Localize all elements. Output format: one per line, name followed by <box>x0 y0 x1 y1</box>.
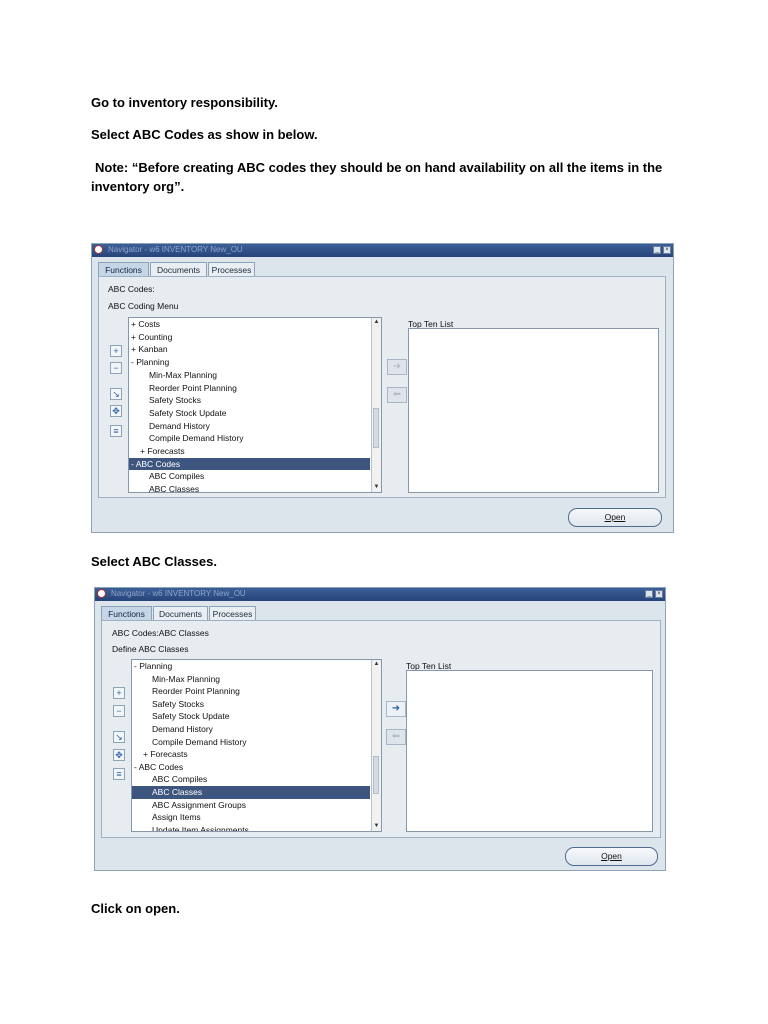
function-path: ABC Codes: <box>108 284 155 294</box>
tree-scrollbar[interactable]: ▲ ▼ <box>371 660 381 831</box>
navigator-window-1: Navigator - w6 INVENTORY New_OU _ × Func… <box>91 243 674 533</box>
tree-item[interactable]: Min-Max Planning <box>132 673 370 686</box>
tree-item[interactable]: + Forecasts <box>132 748 370 761</box>
expand-all-icon[interactable]: ✥ <box>110 405 122 417</box>
open-button[interactable]: Open <box>568 508 662 527</box>
tree-item[interactable]: + Counting <box>129 331 370 344</box>
window-title: Navigator - w6 INVENTORY New_OU <box>108 245 243 254</box>
plus-icon[interactable]: + <box>110 345 122 357</box>
instruction-step4: Click on open. <box>91 901 180 916</box>
collapse-icon[interactable]: ≡ <box>110 425 122 437</box>
navigator-window-2: Navigator - w6 INVENTORY New_OU _ × Func… <box>94 587 666 871</box>
tree-item[interactable]: Safety Stock Update <box>132 710 370 723</box>
minus-icon[interactable]: − <box>110 362 122 374</box>
scroll-thumb[interactable] <box>373 408 379 448</box>
arrow-right-icon[interactable]: ➜ <box>386 701 406 717</box>
instruction-step1: Go to inventory responsibility. <box>91 95 278 110</box>
menu-name: Define ABC Classes <box>112 644 189 654</box>
menu-name: ABC Coding Menu <box>108 301 179 311</box>
tab-processes[interactable]: Processes <box>208 262 255 276</box>
tab-documents[interactable]: Documents <box>150 262 207 276</box>
tree-item[interactable]: ABC Classes <box>132 786 370 799</box>
tab-functions[interactable]: Functions <box>101 606 152 620</box>
tab-documents[interactable]: Documents <box>153 606 208 620</box>
scroll-thumb[interactable] <box>373 756 379 794</box>
collapse-icon[interactable]: ≡ <box>113 768 125 780</box>
instruction-note: Note: “Before creating ABC codes they sh… <box>91 160 663 194</box>
window-titlebar: Navigator - w6 INVENTORY New_OU _ × <box>92 244 673 257</box>
tree-item[interactable]: + Forecasts <box>129 445 370 458</box>
tree-item[interactable]: - Planning <box>129 356 370 369</box>
tab-processes[interactable]: Processes <box>209 606 256 620</box>
open-button[interactable]: Open <box>565 847 658 866</box>
instruction-step3: Select ABC Classes. <box>91 554 217 569</box>
scroll-up-icon[interactable]: ▲ <box>373 319 380 326</box>
tree-item[interactable]: Compile Demand History <box>132 736 370 749</box>
tab-functions[interactable]: Functions <box>98 262 149 276</box>
arrow-left-icon[interactable]: ⬅ <box>386 729 406 745</box>
close-icon[interactable]: × <box>663 246 671 254</box>
functions-panel: ABC Codes: ABC Coding Menu + − ↘ ✥ ≡ ▲ ▼… <box>98 276 666 498</box>
scroll-down-icon[interactable]: ▼ <box>373 823 380 830</box>
tree-item[interactable]: - ABC Codes <box>129 457 370 471</box>
tree-item[interactable]: ABC Compiles <box>132 773 370 786</box>
tree-item[interactable]: Compile Demand History <box>129 432 370 445</box>
close-icon[interactable]: × <box>655 590 663 598</box>
functions-panel: ABC Codes:ABC Classes Define ABC Classes… <box>101 620 661 838</box>
tree-item[interactable]: ABC Compiles <box>129 470 370 483</box>
scroll-down-icon[interactable]: ▼ <box>373 484 380 491</box>
arrow-right-icon[interactable]: ➜ <box>387 359 407 375</box>
expand-all-icon[interactable]: ✥ <box>113 749 125 761</box>
tree-item[interactable]: Demand History <box>132 723 370 736</box>
tree-item[interactable]: Reorder Point Planning <box>129 382 370 395</box>
window-title: Navigator - w6 INVENTORY New_OU <box>111 589 246 598</box>
instruction-step2: Select ABC Codes as show in below. <box>91 127 318 142</box>
tree-item[interactable]: Safety Stocks <box>129 394 370 407</box>
tree-item[interactable]: Assign Items <box>132 811 370 824</box>
tree-item[interactable]: Demand History <box>129 420 370 433</box>
oracle-logo-icon <box>97 589 106 598</box>
minimize-icon[interactable]: _ <box>653 246 661 254</box>
expand-icon[interactable]: ↘ <box>113 731 125 743</box>
tree-item[interactable]: + Kanban <box>129 343 370 356</box>
function-tree[interactable]: ▲ ▼ + Costs + Counting + Kanban - Planning M… <box>128 317 382 493</box>
scroll-up-icon[interactable]: ▲ <box>373 661 380 668</box>
oracle-logo-icon <box>94 245 103 254</box>
tree-item[interactable]: Safety Stocks <box>132 698 370 711</box>
function-path: ABC Codes:ABC Classes <box>112 628 209 638</box>
minus-icon[interactable]: − <box>113 705 125 717</box>
tree-item[interactable]: Safety Stock Update <box>129 407 370 420</box>
tree-scrollbar[interactable]: ▲ ▼ <box>371 318 381 492</box>
tree-item[interactable]: - ABC Codes <box>132 761 370 774</box>
tree-item[interactable]: - Planning <box>132 660 370 673</box>
minimize-icon[interactable]: _ <box>645 590 653 598</box>
tree-item[interactable]: Min-Max Planning <box>129 369 370 382</box>
tree-item[interactable]: ABC Classes <box>129 483 370 492</box>
expand-icon[interactable]: ↘ <box>110 388 122 400</box>
window-titlebar: Navigator - w6 INVENTORY New_OU _ × <box>95 588 665 601</box>
tree-item[interactable]: ABC Assignment Groups <box>132 799 370 812</box>
arrow-left-icon[interactable]: ⬅ <box>387 387 407 403</box>
top-ten-list[interactable] <box>408 328 659 493</box>
top-ten-list[interactable] <box>406 670 653 832</box>
plus-icon[interactable]: + <box>113 687 125 699</box>
function-tree[interactable]: ▲ ▼ - Planning Min-Max Planning Reorder Po… <box>131 659 382 832</box>
tree-item[interactable]: Update Item Assignments <box>132 824 370 831</box>
tree-item[interactable]: + Costs <box>129 318 370 331</box>
tree-item[interactable]: Reorder Point Planning <box>132 685 370 698</box>
